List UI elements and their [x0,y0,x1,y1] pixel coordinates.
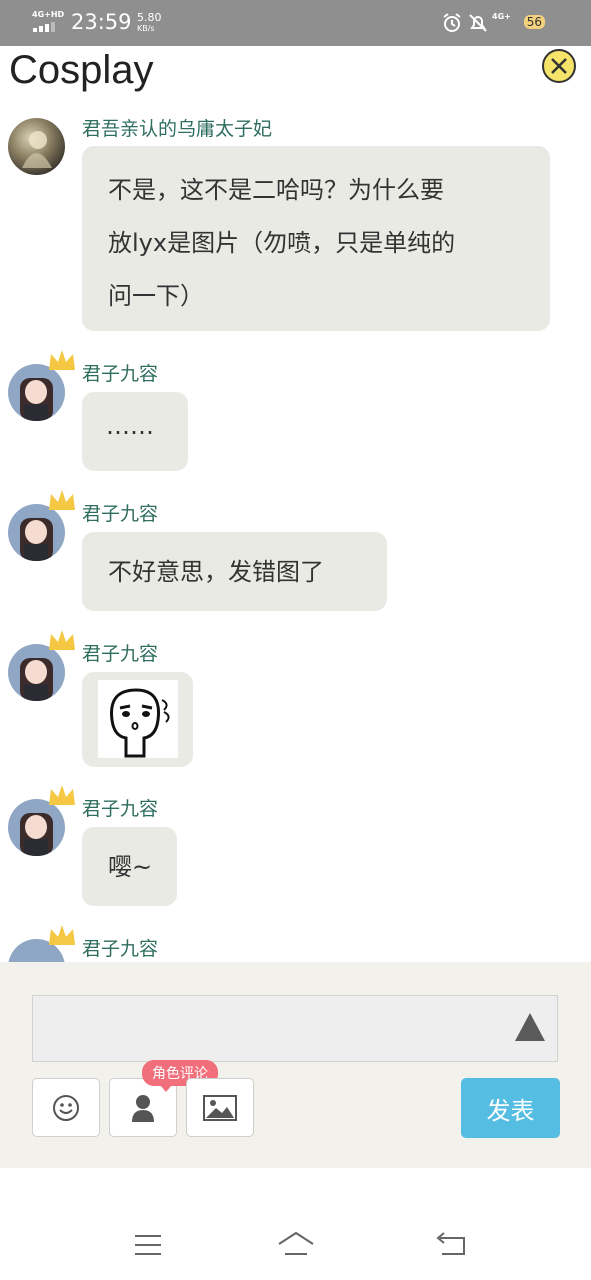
message-bubble: 嘤~ [82,827,177,906]
submit-button[interactable]: 发表 [461,1078,560,1138]
username[interactable]: 君吾亲认的乌庸太子妃 [82,114,272,141]
close-icon [551,58,567,74]
person-icon [132,1094,154,1122]
status-bar: 4G+HD 23:59 5.80 KB/s 4G+ 56 [0,0,591,46]
network-speed: 5.80 KB/s [137,12,162,34]
header: Cosplay [0,46,591,96]
crown-icon [49,785,75,805]
picture-icon [203,1094,237,1121]
message-bubble: 不好意思，发错图了 [82,532,387,611]
system-nav-bar [0,1168,591,1280]
message-bubble: …… [82,392,188,471]
username[interactable]: 君子九容 [82,794,158,821]
emoji-button[interactable] [32,1078,100,1137]
avatar[interactable] [8,118,65,175]
speed-unit: KB/s [137,24,155,33]
message-line: 问一下） [108,282,204,310]
menu-icon[interactable] [133,1232,163,1258]
crown-icon [49,350,75,370]
signal-icon [33,22,61,32]
username[interactable]: 君子九容 [82,359,158,386]
smiley-icon [53,1094,79,1121]
home-icon[interactable] [276,1230,316,1258]
message-bubble: 不是，这不是二哈吗？为什么要 放lyx是图片（勿喷，只是单纯的 问一下） [82,146,550,331]
comment-input[interactable] [32,995,558,1062]
message-line: 放lyx是图片（勿喷，只是单纯的 [108,229,456,257]
sticker-image[interactable] [98,680,178,758]
username[interactable]: 君子九容 [82,934,158,961]
composer: 角色评论 发表 [0,962,591,1168]
close-button[interactable] [542,49,576,83]
alarm-icon [443,13,461,32]
network-type-right: 4G+ [492,12,511,21]
battery-indicator: 56 [523,15,545,29]
username[interactable]: 君子九容 [82,639,158,666]
mute-bell-icon [469,14,487,32]
back-icon[interactable] [434,1230,468,1258]
chat-message: 君子九容 [0,933,591,962]
crown-icon [49,490,75,510]
username[interactable]: 君子九容 [82,499,158,526]
image-bubble [82,672,193,767]
image-upload-button[interactable] [186,1078,254,1137]
clock: 23:59 [71,10,132,34]
network-type: 4G+HD [32,10,65,19]
crown-icon [49,925,75,945]
crown-icon [49,630,75,650]
expand-up-icon[interactable] [515,1013,545,1041]
page-title: Cosplay [9,48,154,92]
message-line: 不是，这不是二哈吗？为什么要 [108,176,444,204]
